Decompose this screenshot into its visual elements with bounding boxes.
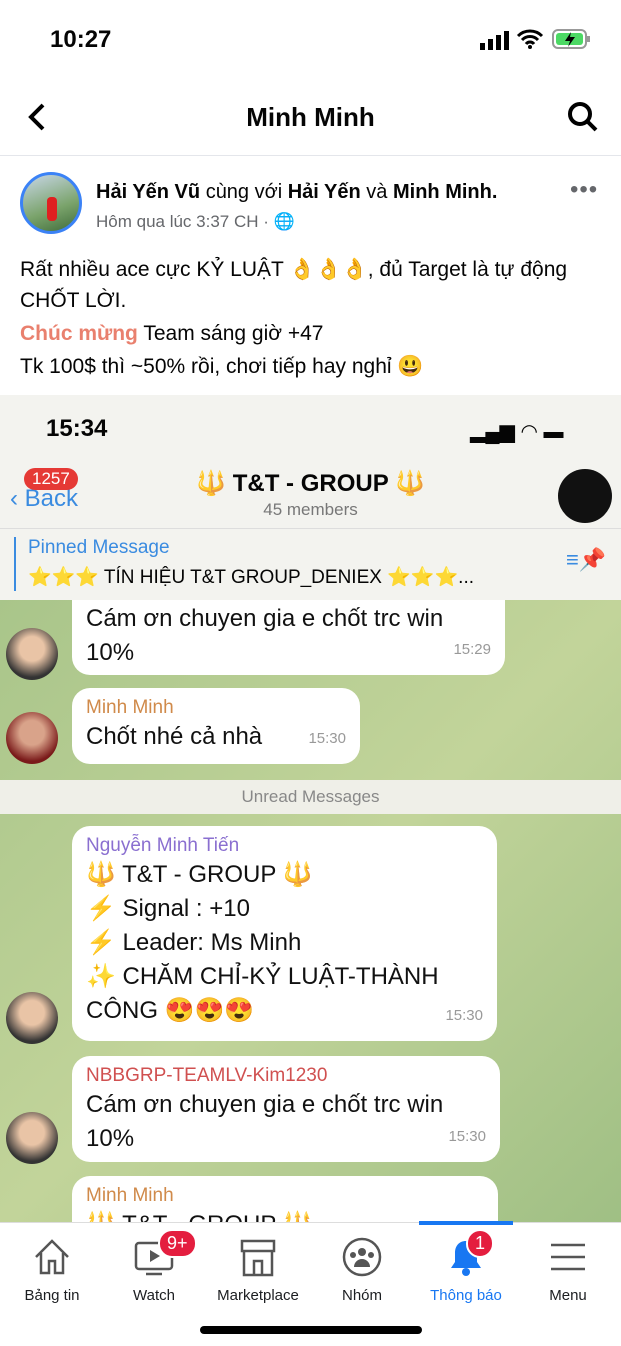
sender-avatar xyxy=(6,628,58,680)
search-icon[interactable] xyxy=(566,100,600,134)
tagged-user[interactable]: Minh Minh. xyxy=(393,181,497,203)
post-meta: Hôm qua lúc 3:37 CH · 🌐 xyxy=(96,212,295,232)
globe-icon: 🌐 xyxy=(273,212,295,231)
message-time: 15:30 xyxy=(445,1007,483,1024)
clock: 10:27 xyxy=(50,26,112,53)
post-text: Rất nhiều ace cực KỶ LUẬT 👌👌👌, đủ Target… xyxy=(20,254,600,384)
tab-label: Watch xyxy=(133,1287,175,1304)
highlight-text: Chúc mừng xyxy=(20,322,138,345)
message-bubble: Minh Minh 🔱 T&T - GROUP 🔱 xyxy=(72,1176,498,1222)
post-timestamp[interactable]: Hôm qua lúc 3:37 CH · xyxy=(96,212,269,231)
wifi-icon xyxy=(516,29,544,49)
sender-avatar xyxy=(6,992,58,1044)
tg-chat-area: Cám ơn chuyen gia e chốt trc win 10% 15:2… xyxy=(0,600,621,1222)
message-time: 15:30 xyxy=(308,730,346,747)
pin-list-icon: ≡📌 xyxy=(566,547,607,572)
with-text: cùng với xyxy=(205,181,283,203)
post-line: Chúc mừng Team sáng giờ +47 xyxy=(20,318,600,349)
message-line: 🔱 T&T - GROUP 🔱 xyxy=(86,861,313,888)
active-tab-indicator xyxy=(419,1221,513,1225)
message-sender: NBBGRP-TEAMLV-Kim1230 xyxy=(86,1065,328,1086)
message-bubble: Nguyễn Minh Tiến 🔱 T&T - GROUP 🔱 ⚡ Signa… xyxy=(72,826,497,1041)
home-indicator[interactable] xyxy=(200,1326,422,1334)
post-author-line: Hải Yến Vũ cùng với Hải Yến và Minh Minh… xyxy=(96,181,497,204)
message-bubble: Cám ơn chuyen gia e chốt trc win 10% 15:2… xyxy=(72,600,505,675)
message-time: 15:30 xyxy=(448,1128,486,1145)
menu-icon xyxy=(551,1243,585,1271)
message-time: 15:29 xyxy=(453,641,491,658)
notification-badge: 9+ xyxy=(158,1229,197,1258)
status-bar: 10:27 xyxy=(0,0,621,78)
top-nav: Minh Minh xyxy=(0,80,621,156)
message-line: ⚡ Signal : +10 xyxy=(86,895,250,922)
tg-group-title: 🔱 T&T - GROUP 🔱 xyxy=(196,470,425,497)
message-text: Cám ơn chuyen gia e chốt trc win 10% xyxy=(86,605,444,666)
tg-pinned-bar: Pinned Message ⭐⭐⭐ TÍN HIỆU T&T GROUP_DE… xyxy=(0,528,621,600)
tg-clock: 15:34 xyxy=(46,415,108,442)
message-line: ⚡ Leader: Ms Minh xyxy=(86,929,302,956)
pinned-text: ⭐⭐⭐ TÍN HIỆU T&T GROUP_DENIEX ⭐⭐⭐... xyxy=(28,567,475,588)
home-icon xyxy=(35,1239,69,1275)
battery-charging-icon xyxy=(552,29,590,49)
author-avatar[interactable] xyxy=(20,172,82,234)
tagged-user[interactable]: Hải Yến xyxy=(288,181,361,203)
pinned-label: Pinned Message xyxy=(28,537,170,558)
marketplace-icon xyxy=(240,1239,276,1277)
unread-divider: Unread Messages xyxy=(0,780,621,814)
message-text: 🔱 T&T - GROUP 🔱 xyxy=(86,1211,312,1222)
signal-icon xyxy=(480,31,509,50)
tab-label: Nhóm xyxy=(341,1287,382,1304)
notification-badge: 1 xyxy=(466,1229,495,1258)
tg-status-icons: ▂▄▆ ◠ ▬ xyxy=(470,421,564,443)
sender-avatar xyxy=(6,1112,58,1164)
tg-group-avatar xyxy=(558,469,612,523)
message-bubble: NBBGRP-TEAMLV-Kim1230 Cám ơn chuyen gia e… xyxy=(72,1056,500,1162)
message-text: Chốt nhé cả nhà xyxy=(86,723,263,750)
pinned-divider xyxy=(14,537,16,591)
post-image[interactable]: 15:34 ▂▄▆ ◠ ▬ ‹ Back 1257 🔱 T&T - GROUP … xyxy=(0,395,621,1222)
post-line-rest: Team sáng giờ +47 xyxy=(137,322,324,345)
and-text: và xyxy=(366,181,388,203)
message-sender: Minh Minh xyxy=(86,697,174,718)
page-title: Minh Minh xyxy=(246,102,375,132)
tab-label: Thông báo xyxy=(430,1287,502,1304)
tg-members: 45 members xyxy=(263,500,358,519)
message-bubble: Minh Minh Chốt nhé cả nhà 15:30 xyxy=(72,688,360,764)
post-line: Tk 100$ thì ~50% rồi, chơi tiếp hay nghỉ… xyxy=(20,355,424,378)
groups-icon xyxy=(342,1237,382,1277)
tab-label: Bảng tin xyxy=(24,1287,80,1304)
tab-label: Menu xyxy=(549,1287,587,1304)
tab-label: Marketplace xyxy=(217,1287,299,1304)
more-options-icon[interactable]: ••• xyxy=(570,176,598,204)
author-name[interactable]: Hải Yến Vũ xyxy=(96,181,200,203)
message-line: ✨ CHĂM CHỈ-KỶ LUẬT-THÀNH CÔNG 😍😍😍 xyxy=(86,963,439,1024)
message-sender: Nguyễn Minh Tiến xyxy=(86,835,240,856)
post-line: Rất nhiều ace cực KỶ LUẬT 👌👌👌, đủ Target… xyxy=(20,258,568,312)
message-sender: Minh Minh xyxy=(86,1185,174,1206)
sender-avatar xyxy=(6,712,58,764)
message-text: Cám ơn chuyen gia e chốt trc win 10% xyxy=(86,1091,444,1152)
